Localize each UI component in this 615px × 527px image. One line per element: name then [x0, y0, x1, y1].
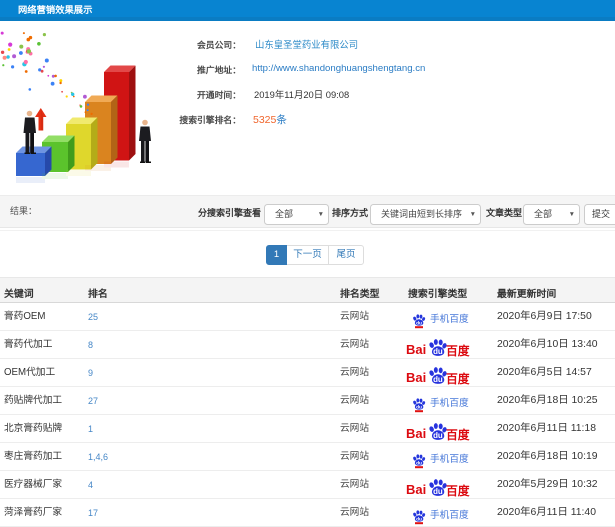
svg-text:du: du: [416, 320, 422, 326]
svg-text:du: du: [416, 404, 422, 410]
svg-text:du: du: [433, 347, 443, 356]
svg-text:du: du: [433, 487, 443, 496]
svg-text:du: du: [433, 375, 443, 384]
svg-text:du: du: [416, 460, 422, 466]
svg-text:du: du: [416, 516, 422, 522]
svg-text:du: du: [433, 431, 443, 440]
